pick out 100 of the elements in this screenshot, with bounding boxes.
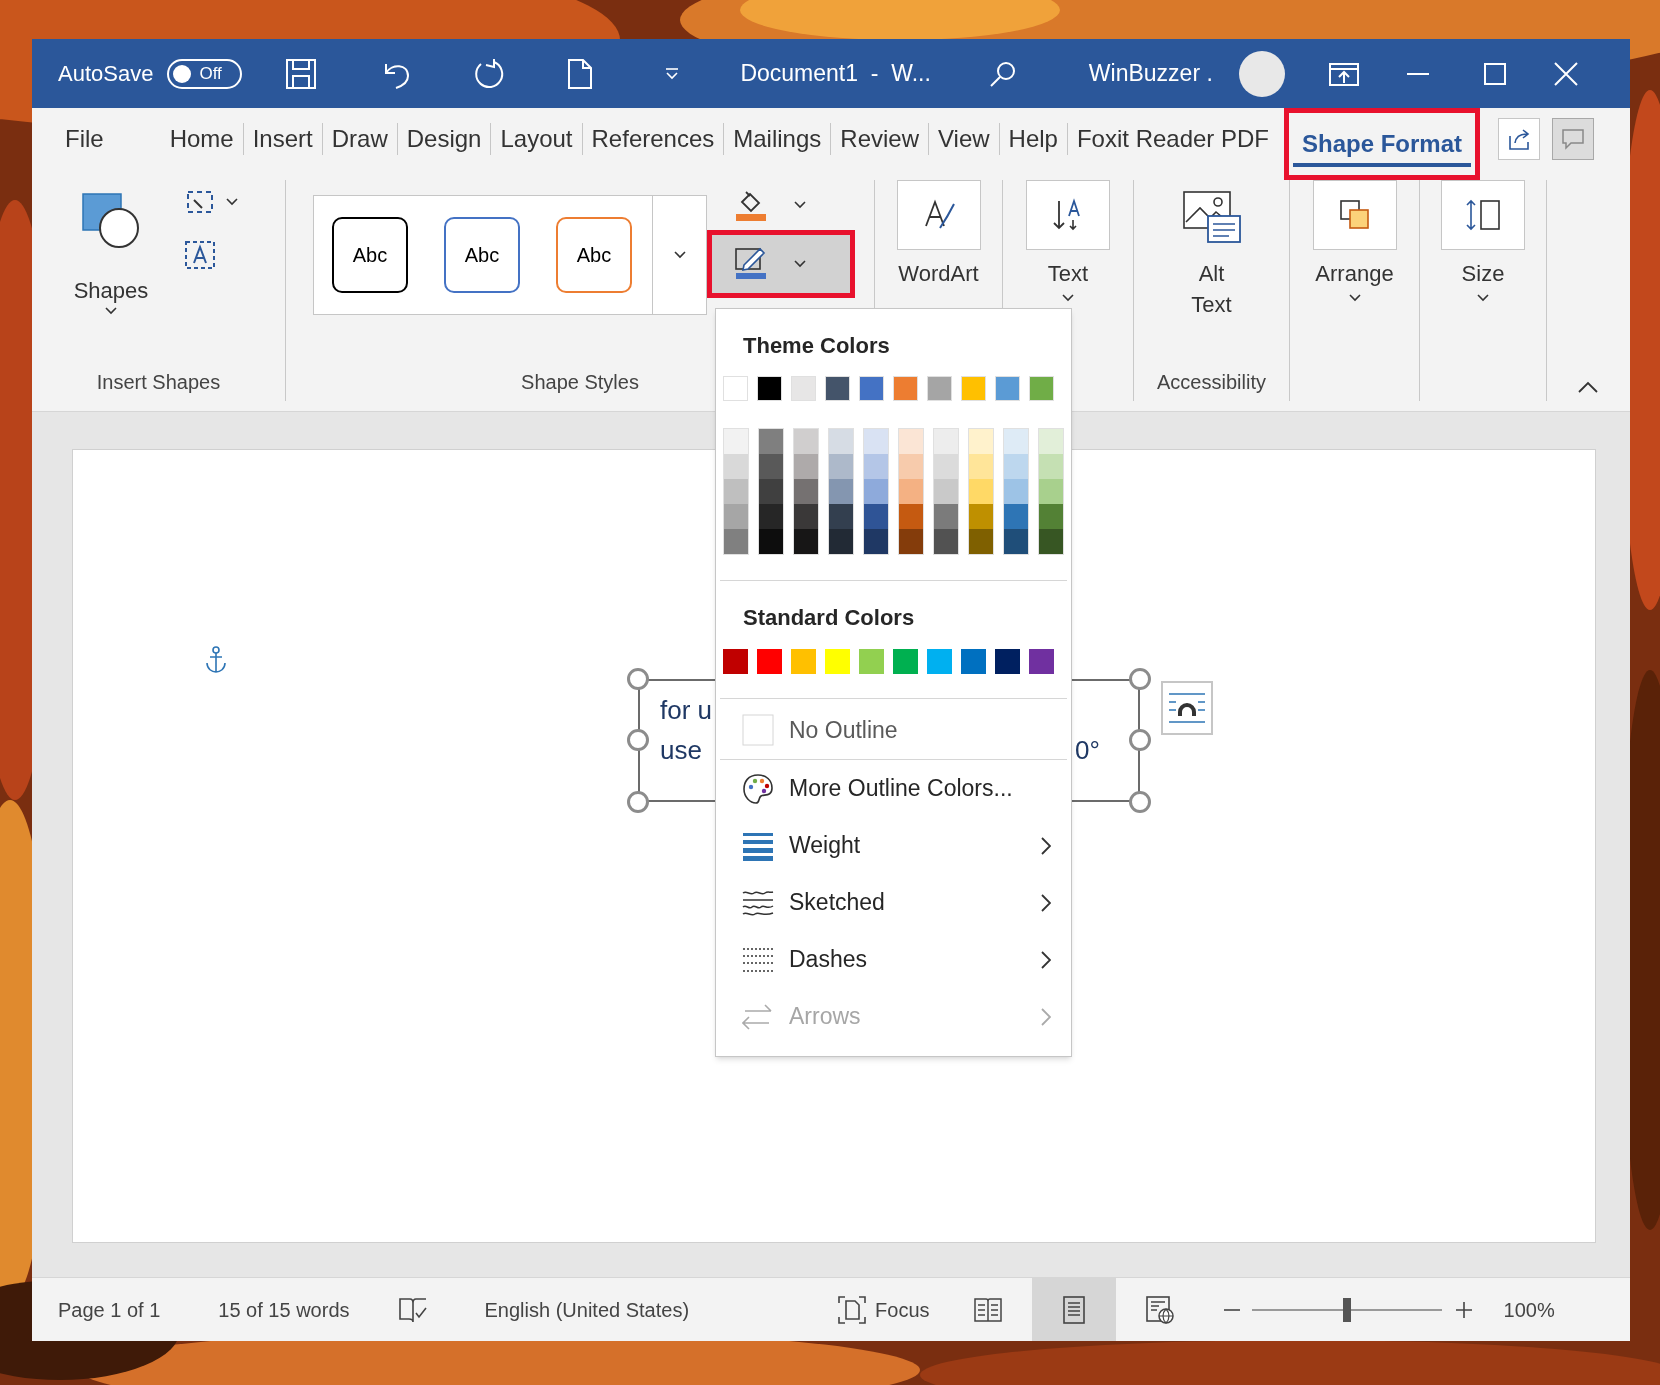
resize-handle[interactable] [627, 729, 649, 751]
alt-text-button[interactable]: Alt Text [1161, 190, 1262, 320]
color-swatch[interactable] [759, 429, 783, 454]
ribbon-tab[interactable]: References [582, 121, 724, 157]
color-swatch[interactable] [934, 529, 958, 554]
maximize-icon[interactable] [1483, 62, 1506, 85]
color-swatch[interactable] [825, 649, 850, 674]
color-swatch[interactable] [961, 376, 986, 401]
color-swatch[interactable] [759, 479, 783, 504]
ribbon-tab[interactable]: View [929, 121, 999, 157]
color-swatch[interactable] [829, 454, 853, 479]
color-swatch[interactable] [899, 529, 923, 554]
menu-item[interactable]: More Outline Colors... [716, 760, 1071, 817]
layout-options-button[interactable] [1161, 681, 1213, 735]
color-swatch[interactable] [893, 376, 918, 401]
resize-handle[interactable] [627, 668, 649, 690]
color-swatch[interactable] [1004, 479, 1028, 504]
color-swatch[interactable] [829, 429, 853, 454]
color-swatch[interactable] [724, 429, 748, 454]
color-swatch[interactable] [829, 504, 853, 529]
close-icon[interactable] [1553, 61, 1578, 86]
ribbon-display-options-icon[interactable] [1328, 60, 1359, 87]
color-swatch[interactable] [791, 649, 816, 674]
color-swatch[interactable] [794, 529, 818, 554]
search-icon[interactable] [988, 59, 1017, 88]
color-swatch[interactable] [794, 504, 818, 529]
resize-handle[interactable] [1129, 729, 1151, 751]
zoom-level[interactable]: 100% [1503, 1294, 1555, 1325]
color-swatch[interactable] [1004, 454, 1028, 479]
comments-button[interactable] [1552, 118, 1595, 160]
color-swatch[interactable] [723, 376, 748, 401]
color-swatch[interactable] [794, 479, 818, 504]
color-swatch[interactable] [864, 454, 888, 479]
color-swatch[interactable] [934, 504, 958, 529]
ribbon-tab[interactable]: Mailings [724, 121, 831, 157]
color-swatch[interactable] [794, 429, 818, 454]
menu-item[interactable]: Dashes [716, 931, 1071, 988]
color-swatch[interactable] [927, 649, 952, 674]
shapes-button[interactable]: Shapes [68, 184, 154, 314]
save-icon[interactable] [285, 57, 318, 90]
color-swatch[interactable] [757, 376, 782, 401]
color-swatch[interactable] [864, 529, 888, 554]
new-document-icon[interactable] [567, 57, 594, 90]
focus-button[interactable]: Focus [837, 1294, 930, 1325]
ribbon-tab[interactable]: Shape Format [1293, 121, 1472, 167]
color-swatch[interactable] [969, 429, 993, 454]
color-swatch[interactable] [1004, 529, 1028, 554]
color-swatch[interactable] [934, 479, 958, 504]
color-swatch[interactable] [859, 376, 884, 401]
color-swatch[interactable] [724, 479, 748, 504]
color-swatch[interactable] [969, 504, 993, 529]
resize-handle[interactable] [1129, 668, 1151, 690]
view-button[interactable] [1031, 1277, 1116, 1341]
color-swatch[interactable] [864, 479, 888, 504]
color-swatch[interactable] [899, 454, 923, 479]
color-swatch[interactable] [723, 649, 748, 674]
color-swatch[interactable] [864, 504, 888, 529]
ribbon-tab[interactable]: Insert [243, 121, 322, 157]
color-swatch[interactable] [995, 376, 1020, 401]
color-swatch[interactable] [1004, 504, 1028, 529]
ribbon-tab[interactable]: Draw [322, 121, 397, 157]
color-swatch[interactable] [969, 529, 993, 554]
share-button[interactable] [1498, 118, 1541, 160]
color-swatch[interactable] [829, 479, 853, 504]
style-preset[interactable]: Abc [556, 217, 632, 293]
proofing-book-icon[interactable] [397, 1295, 428, 1324]
color-swatch[interactable] [995, 649, 1020, 674]
color-swatch[interactable] [969, 454, 993, 479]
menu-item[interactable]: No Outline [716, 701, 1071, 759]
color-swatch[interactable] [759, 529, 783, 554]
menu-item[interactable]: Sketched [716, 874, 1071, 931]
ribbon-tab[interactable]: Foxit Reader PDF [1067, 121, 1278, 157]
color-swatch[interactable] [1039, 529, 1063, 554]
color-swatch[interactable] [969, 479, 993, 504]
customize-caret-icon[interactable] [665, 67, 680, 80]
style-preset[interactable]: Abc [332, 217, 408, 293]
color-swatch[interactable] [724, 529, 748, 554]
color-swatch[interactable] [927, 376, 952, 401]
ribbon-tab[interactable]: Home [160, 121, 243, 157]
ribbon-tab[interactable]: Design [397, 121, 491, 157]
color-swatch[interactable] [724, 454, 748, 479]
language-indicator[interactable]: English (United States) [484, 1294, 690, 1325]
color-swatch[interactable] [899, 504, 923, 529]
color-swatch[interactable] [1039, 504, 1063, 529]
color-swatch[interactable] [934, 454, 958, 479]
ribbon-tab[interactable]: Layout [491, 121, 582, 157]
menu-item[interactable]: Weight [716, 817, 1071, 874]
word-count[interactable]: 15 of 15 words [218, 1294, 350, 1325]
zoom-in-icon[interactable] [1455, 1301, 1472, 1318]
color-swatch[interactable] [791, 376, 816, 401]
color-swatch[interactable] [759, 454, 783, 479]
color-swatch[interactable] [1029, 376, 1054, 401]
color-swatch[interactable] [794, 454, 818, 479]
collapse-ribbon-icon[interactable] [1578, 381, 1598, 393]
edit-shape-button[interactable] [184, 188, 238, 216]
color-swatch[interactable] [1039, 429, 1063, 454]
resize-handle[interactable] [627, 791, 649, 813]
color-swatch[interactable] [757, 649, 782, 674]
autosave-toggle[interactable]: Off [167, 58, 243, 89]
color-swatch[interactable] [961, 649, 986, 674]
